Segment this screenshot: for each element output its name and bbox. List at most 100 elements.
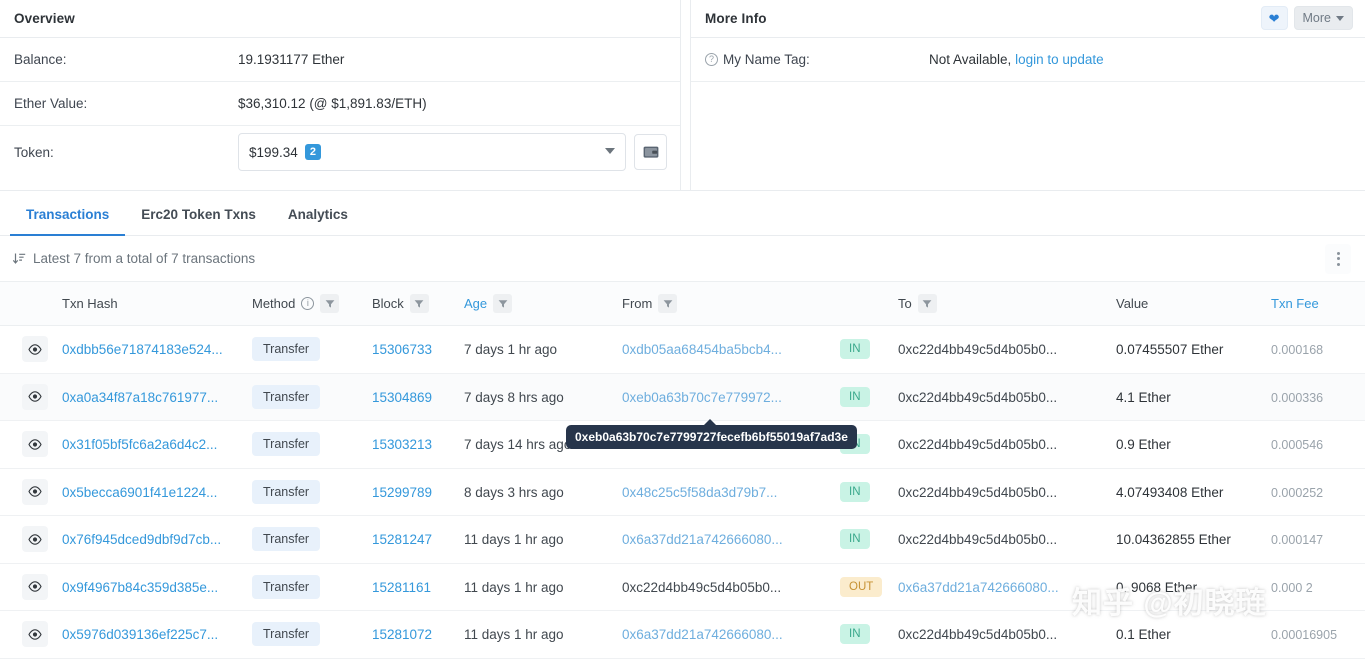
cell-txn-hash: 0x76f945dced9dbf9d7cb... xyxy=(62,531,252,547)
block-link[interactable]: 15281161 xyxy=(372,580,431,595)
txn-fee-text: 0.000336 xyxy=(1271,390,1324,405)
cell-age: 7 days 8 hrs ago xyxy=(464,389,622,405)
block-link[interactable]: 15299789 xyxy=(372,485,432,500)
txn-hash-link[interactable]: 0x5becca6901f41e1224... xyxy=(62,485,217,500)
from-address[interactable]: 0x6a37dd21a742666080... xyxy=(622,627,783,642)
value-text: 0.1 Ether xyxy=(1116,627,1171,643)
txn-hash-link[interactable]: 0xdbb56e71874183e524... xyxy=(62,342,223,357)
info-circle-icon[interactable]: i xyxy=(301,297,315,310)
table-header-row: Txn Hash Method i Block Age From To Valu… xyxy=(0,282,1365,326)
from-address[interactable]: 0x6a37dd21a742666080... xyxy=(622,532,783,547)
direction-badge: OUT xyxy=(840,576,883,597)
cell-direction: IN xyxy=(840,481,898,502)
preview-button[interactable] xyxy=(22,621,48,648)
more-info-title: More Info xyxy=(705,11,767,26)
preview-button[interactable] xyxy=(22,383,48,410)
method-badge[interactable]: Transfer xyxy=(252,384,321,409)
favorite-button[interactable]: ❤ xyxy=(1260,6,1288,30)
txn-hash-link[interactable]: 0x76f945dced9dbf9d7cb... xyxy=(62,532,221,547)
tab-analytics[interactable]: Analytics xyxy=(272,207,364,236)
tab-erc20-token-txns[interactable]: Erc20 Token Txns xyxy=(125,207,272,236)
block-link[interactable]: 15281072 xyxy=(372,627,432,642)
cell-method: Transfer xyxy=(252,527,372,552)
cell-txn-hash: 0x31f05bf5fc6a2a6d4c2... xyxy=(62,436,252,452)
table-row[interactable]: 0x9f4967b84c359d385e... Transfer 15281161 1… xyxy=(0,564,1365,611)
age-text: 11 days 1 hr ago xyxy=(464,579,564,595)
preview-button[interactable] xyxy=(22,526,48,553)
cell-age: 11 days 1 hr ago xyxy=(464,579,622,595)
preview-button[interactable] xyxy=(22,431,48,458)
txn-fee-text: 0.000546 xyxy=(1271,438,1324,453)
to-address: 0xc22d4bb49c5d4b05b0... xyxy=(898,484,1058,500)
block-link[interactable]: 15303213 xyxy=(372,437,432,452)
direction-badge: IN xyxy=(840,481,870,502)
cell-to: 0xc22d4bb49c5d4b05b0... xyxy=(898,531,1116,547)
cell-to: 0xc22d4bb49c5d4b05b0... xyxy=(898,626,1116,642)
preview-button[interactable] xyxy=(22,573,48,600)
txn-hash-link[interactable]: 0x9f4967b84c359d385e... xyxy=(62,580,218,595)
to-address: 0xc22d4bb49c5d4b05b0... xyxy=(898,342,1058,358)
token-amount: $199.34 xyxy=(249,144,298,160)
txn-hash-link[interactable]: 0xa0a34f87a18c761977... xyxy=(62,390,218,405)
balance-label: Balance: xyxy=(14,52,67,67)
from-address[interactable]: 0xdb05aa68454ba5bcb4... xyxy=(622,342,782,357)
method-badge[interactable]: Transfer xyxy=(252,622,321,647)
table-row[interactable]: 0x5976d039136ef225c7... Transfer 15281072 1… xyxy=(0,611,1365,659)
table-row[interactable]: 0x76f945dced9dbf9d7cb... Transfer 15281247… xyxy=(0,516,1365,564)
method-badge[interactable]: Transfer xyxy=(252,337,321,362)
block-link[interactable]: 15281247 xyxy=(372,532,432,547)
cell-method: Transfer xyxy=(252,622,372,647)
col-header-age[interactable]: Age xyxy=(464,294,622,313)
value-text: 4.07493408 Ether xyxy=(1116,484,1224,500)
filter-icon-block[interactable] xyxy=(409,294,429,313)
value-text: 10.04362855 Ether xyxy=(1116,532,1231,548)
value-text: 0.07455507 Ether xyxy=(1116,342,1224,358)
cell-from: 0x48c25c5f58da3d79b7... xyxy=(622,484,840,500)
question-circle-icon[interactable]: ? xyxy=(705,53,718,66)
block-link[interactable]: 15306733 xyxy=(372,342,432,357)
direction-badge: IN xyxy=(840,624,870,645)
wallet-button[interactable] xyxy=(634,134,667,170)
txn-hash-link[interactable]: 0x5976d039136ef225c7... xyxy=(62,627,218,642)
preview-button[interactable] xyxy=(22,478,48,505)
filter-icon-from[interactable] xyxy=(658,294,678,313)
block-link[interactable]: 15304869 xyxy=(372,390,432,405)
overview-header: Overview xyxy=(0,0,680,38)
to-address: 0xc22d4bb49c5d4b05b0... xyxy=(898,532,1058,548)
method-badge[interactable]: Transfer xyxy=(252,527,321,552)
table-options-button[interactable] xyxy=(1325,243,1351,274)
txn-fee-text: 0.000252 xyxy=(1271,485,1324,500)
table-row[interactable]: 0xdbb56e71874183e524... Transfer 15306733 7… xyxy=(0,326,1365,374)
cell-direction: IN xyxy=(840,624,898,645)
table-row[interactable]: 0xa0a34f87a18c761977... Transfer 15304869 7… xyxy=(0,373,1365,421)
filter-icon-to[interactable] xyxy=(917,294,937,313)
cell-to: 0xc22d4bb49c5d4b05b0... xyxy=(898,341,1116,357)
cell-eye xyxy=(0,573,62,600)
filter-icon-age[interactable] xyxy=(493,294,513,313)
cell-eye xyxy=(0,383,62,410)
tab-transactions[interactable]: Transactions xyxy=(10,207,126,236)
cell-direction: OUT xyxy=(840,576,898,597)
age-text: 7 days 8 hrs ago xyxy=(464,389,564,405)
cell-method: Transfer xyxy=(252,384,372,409)
method-badge[interactable]: Transfer xyxy=(252,574,321,599)
filter-icon-method[interactable] xyxy=(320,294,340,313)
token-select[interactable]: $199.34 2 xyxy=(238,133,626,171)
from-address[interactable]: 0xeb0a63b70c7e779972... xyxy=(622,390,782,405)
cell-from: 0x6a37dd21a742666080... xyxy=(622,531,840,547)
from-address[interactable]: 0x48c25c5f58da3d79b7... xyxy=(622,485,777,500)
txn-fee-text: 0.000147 xyxy=(1271,533,1324,548)
login-to-update-link[interactable]: login to update xyxy=(1015,52,1104,67)
cell-to: 0xc22d4bb49c5d4b05b0... xyxy=(898,436,1116,452)
method-badge[interactable]: Transfer xyxy=(252,479,321,504)
to-address[interactable]: 0x6a37dd21a742666080... xyxy=(898,580,1059,595)
cell-eye xyxy=(0,526,62,553)
preview-button[interactable] xyxy=(22,336,48,363)
more-dropdown-button[interactable]: More xyxy=(1293,6,1353,30)
table-row[interactable]: 0x5becca6901f41e1224... Transfer 15299789 8… xyxy=(0,469,1365,516)
col-header-from: From xyxy=(622,294,840,313)
method-badge[interactable]: Transfer xyxy=(252,432,321,457)
txn-hash-link[interactable]: 0x31f05bf5fc6a2a6d4c2... xyxy=(62,437,217,452)
sort-descending-icon[interactable] xyxy=(12,252,26,266)
col-header-txn-fee[interactable]: Txn Fee xyxy=(1271,296,1365,311)
